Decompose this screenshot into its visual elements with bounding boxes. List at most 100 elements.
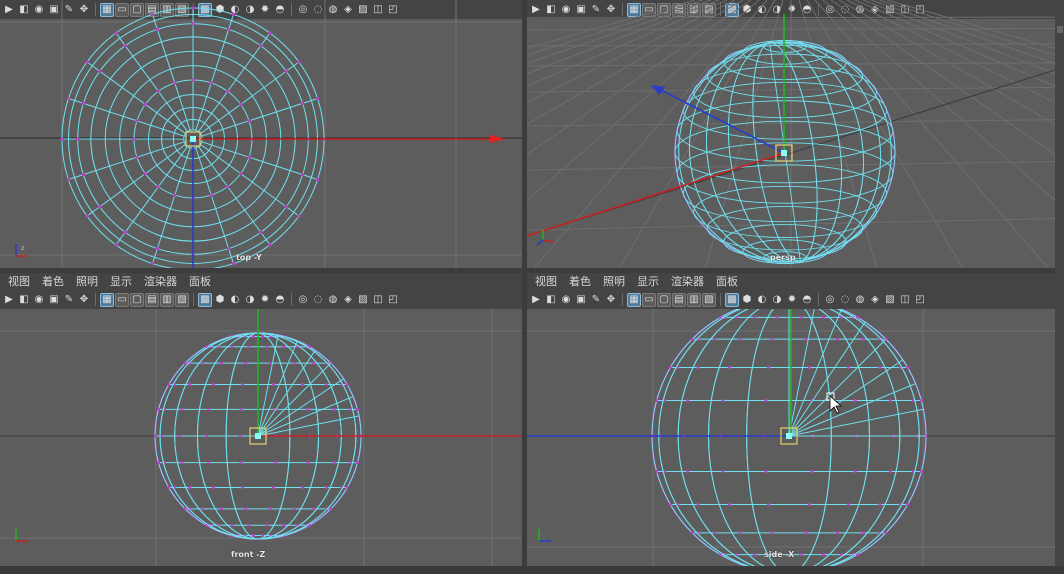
field-chart-icon[interactable]: ▥ [160, 292, 174, 307]
viewport-menu-1[interactable]: 着色 [563, 273, 597, 290]
axis-gizmo-persp [536, 230, 554, 246]
top-view-canvas[interactable] [0, 0, 522, 268]
vertex [728, 366, 732, 369]
motion-blur-icon[interactable]: ◰ [913, 293, 927, 307]
viewport-menu-0[interactable]: 视图 [2, 273, 36, 290]
viewport-menu-3[interactable]: 显示 [631, 273, 665, 290]
xray-icon[interactable]: ◌ [311, 293, 325, 307]
vertex [269, 361, 273, 365]
lights-icon[interactable]: ✹ [785, 293, 799, 307]
axis-x-arrow-top[interactable] [490, 135, 506, 143]
front-view-canvas[interactable] [0, 309, 522, 566]
isolate-select-icon[interactable]: ◎ [823, 293, 837, 307]
side-view-canvas[interactable] [527, 309, 1055, 566]
shadows-icon[interactable]: ◓ [800, 293, 814, 307]
grid-icon[interactable]: ▦ [100, 292, 114, 307]
image-plane-icon[interactable]: ▣ [47, 293, 61, 307]
viewport-front[interactable]: 视图 着色 照明 显示 渲染器 面板 ▶ ◧ ◉ ▣ ✎ ✥ ▦ ▭ ▢ ▤ ▥ ▧ ▩ ⬢ ◐ ◑ ✹ ◓ ◎ ◌ ◍ ◈ ▨ ◫ ◰ … [0, 273, 522, 566]
viewport-persp[interactable]: ▶◧◉▣✎✥▦▭▢▤▥▧▩⬢◐◑✹◓◎◌◍◈▨◫◰ persp [527, 0, 1055, 268]
bookmark-icon[interactable]: ◉ [559, 293, 573, 307]
vertex [690, 531, 694, 535]
vertex [183, 361, 187, 365]
vertex [243, 361, 247, 365]
vertex [211, 383, 215, 386]
isolate-select-icon[interactable]: ◎ [296, 293, 310, 307]
vertex [247, 345, 251, 349]
svg-text:z: z [21, 245, 24, 252]
grease-pencil-icon[interactable]: ✎ [589, 293, 603, 307]
viewport-menu-0[interactable]: 视图 [529, 273, 563, 290]
viewport-side[interactable]: 视图 着色 照明 显示 渲染器 面板 ▶ ◧ ◉ ▣ ✎ ✥ ▦ ▭ ▢ ▤ ▥ ▧ ▩ ⬢ ◐ ◑ ✹ ◓ ◎ ◌ ◍ ◈ ▨ ◫ ◰ … [527, 273, 1055, 566]
viewport-menu-5[interactable]: 面板 [183, 273, 217, 290]
film-gate-icon[interactable]: ▭ [115, 292, 129, 307]
grease-pencil-icon[interactable]: ✎ [62, 293, 76, 307]
xray-icon[interactable]: ◌ [838, 293, 852, 307]
vertex [919, 469, 923, 473]
vertex [227, 247, 231, 251]
default-material-icon[interactable]: ◐ [228, 293, 242, 307]
viewport-menu-2[interactable]: 照明 [70, 273, 104, 290]
vertex [81, 173, 85, 177]
axis-x-handle-persp[interactable] [527, 152, 785, 237]
viewport-menu-2[interactable]: 照明 [597, 273, 631, 290]
xray-joints-icon[interactable]: ◍ [853, 293, 867, 307]
vertex [123, 230, 127, 234]
grid-icon[interactable]: ▦ [627, 292, 641, 307]
ambient-occlusion-icon[interactable]: ◫ [898, 293, 912, 307]
motion-blur-icon[interactable]: ◰ [386, 293, 400, 307]
safe-action-icon[interactable]: ▧ [175, 292, 189, 307]
film-gate-icon[interactable]: ▭ [642, 292, 656, 307]
select-camera-icon[interactable]: ▶ [2, 293, 16, 307]
lights-icon[interactable]: ✹ [258, 293, 272, 307]
2d-pan-icon[interactable]: ✥ [604, 293, 618, 307]
backface-icon[interactable]: ◈ [341, 293, 355, 307]
default-material-icon[interactable]: ◐ [755, 293, 769, 307]
safe-action-icon[interactable]: ▧ [702, 292, 716, 307]
bookmark-icon[interactable]: ◉ [32, 293, 46, 307]
right-side-strip [1055, 0, 1064, 574]
xray-joints-icon[interactable]: ◍ [326, 293, 340, 307]
vertex [123, 44, 127, 48]
vertex [200, 361, 204, 365]
vertex [247, 155, 251, 159]
antialias-icon[interactable]: ▨ [356, 293, 370, 307]
vertex [271, 383, 275, 386]
resolution-gate-icon[interactable]: ▢ [130, 292, 144, 307]
select-camera-icon[interactable]: ▶ [529, 293, 543, 307]
viewport-splitter-vertical[interactable] [522, 0, 527, 574]
viewport-menu-4[interactable]: 渲染器 [665, 273, 710, 290]
persp-view-canvas[interactable] [527, 0, 1055, 268]
textures-icon[interactable]: ◑ [770, 293, 784, 307]
viewport-splitter-horizontal[interactable] [0, 268, 1064, 273]
vertex [143, 172, 147, 176]
wire-spoke [68, 141, 185, 180]
viewport-menu-5[interactable]: 面板 [710, 273, 744, 290]
vertex [324, 383, 328, 386]
shadows-icon[interactable]: ◓ [273, 293, 287, 307]
field-chart-icon[interactable]: ▥ [687, 292, 701, 307]
textures-icon[interactable]: ◑ [243, 293, 257, 307]
smooth-shade-icon[interactable]: ⬢ [213, 293, 227, 307]
axis-z-arrow-persp[interactable] [651, 85, 665, 95]
image-plane-icon[interactable]: ▣ [574, 293, 588, 307]
2d-pan-icon[interactable]: ✥ [77, 293, 91, 307]
axis-gizmo-front [15, 529, 28, 542]
wireframe-icon[interactable]: ▩ [725, 292, 739, 307]
antialias-icon[interactable]: ▨ [883, 293, 897, 307]
camera-attributes-icon[interactable]: ◧ [544, 293, 558, 307]
gate-mask-icon[interactable]: ▤ [145, 292, 159, 307]
viewport-menu-4[interactable]: 渲染器 [138, 273, 183, 290]
smooth-shade-icon[interactable]: ⬢ [740, 293, 754, 307]
camera-attributes-icon[interactable]: ◧ [17, 293, 31, 307]
backface-icon[interactable]: ◈ [868, 293, 882, 307]
vertex [191, 22, 195, 26]
gate-mask-icon[interactable]: ▤ [672, 292, 686, 307]
ambient-occlusion-icon[interactable]: ◫ [371, 293, 385, 307]
wireframe-icon[interactable]: ▩ [198, 292, 212, 307]
viewport-top[interactable]: ▶ ◧ ◉ ▣ ✎ ✥ ▦ ▭ ▢ ▤ ▥ ▧ ▩ ⬢ ◐ ◑ ✹ ◓ ◎ ◌ ◍ ◈ ▨ ◫ ◰ z top -Y [0, 0, 522, 268]
vertex [153, 434, 157, 438]
viewport-menu-3[interactable]: 显示 [104, 273, 138, 290]
viewport-menu-1[interactable]: 着色 [36, 273, 70, 290]
side-strip-tab[interactable] [1057, 26, 1063, 33]
resolution-gate-icon[interactable]: ▢ [657, 292, 671, 307]
